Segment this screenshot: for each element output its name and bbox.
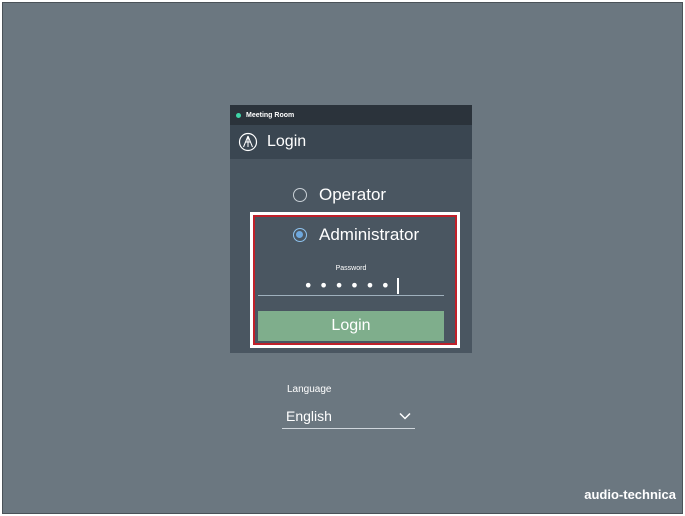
language-select[interactable]: English (282, 403, 415, 429)
password-label: Password (335, 265, 367, 272)
password-masked-value: •••••• (303, 276, 397, 295)
chevron-down-icon (399, 412, 411, 420)
language-label: Language (287, 384, 332, 395)
audio-technica-logo-icon (238, 132, 258, 152)
password-field[interactable]: •••••• (258, 276, 444, 296)
audio-technica-logo: audio-technica (584, 487, 676, 502)
role-label-operator: Operator (319, 185, 387, 204)
panel-header: Login (230, 125, 472, 159)
role-label-administrator: Administrator (319, 225, 420, 244)
panel-status-bar: Meeting Room (230, 105, 472, 125)
login-screen: Meeting Room Login Operator Administrato… (2, 2, 683, 514)
room-name: Meeting Room (246, 111, 295, 119)
administrator-radio[interactable] (293, 228, 307, 242)
login-panel: Meeting Room Login Operator Administrato… (230, 105, 472, 353)
text-caret (397, 277, 399, 294)
login-button[interactable]: Login (258, 311, 444, 341)
language-value: English (286, 407, 332, 424)
status-dot-icon (236, 112, 241, 118)
page-title: Login (267, 133, 307, 150)
role-option-operator[interactable]: Operator (293, 185, 386, 205)
operator-radio[interactable] (293, 188, 307, 202)
role-option-administrator[interactable]: Administrator (293, 225, 419, 245)
